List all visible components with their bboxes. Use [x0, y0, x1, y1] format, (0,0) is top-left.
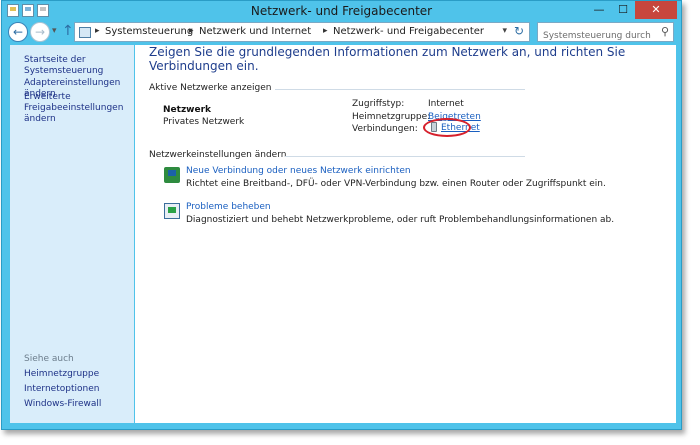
- connections-label: Verbindungen:: [352, 124, 418, 134]
- sidebar: Startseite der Systemsteuerung Adapterei…: [10, 45, 134, 423]
- breadcrumb-separator-icon[interactable]: ▸: [323, 26, 328, 36]
- section-divider: [285, 156, 525, 157]
- window-title: Netzwerk- und Freigabecenter: [250, 4, 433, 18]
- breadcrumb-separator-icon[interactable]: ▸: [95, 26, 100, 36]
- address-bar[interactable]: ▸ Systemsteuerung ▸ Netzwerk und Interne…: [74, 22, 530, 42]
- navigation-bar: ← → ▾ ↑ ▸ Systemsteuerung ▸ Netzwerk und…: [8, 21, 676, 45]
- page-heading: Zeigen Sie die grundlegenden Information…: [149, 45, 626, 73]
- see-also-heading: Siehe auch: [24, 354, 74, 364]
- network-name: Netzwerk: [163, 105, 212, 115]
- network-wizard-icon: [164, 167, 180, 183]
- search-box[interactable]: ⚲: [537, 22, 674, 44]
- breadcrumb-current-page[interactable]: Netzwerk- und Freigabecenter: [333, 26, 484, 37]
- sidebar-link-internet-options[interactable]: Internetoptionen: [24, 384, 99, 395]
- section-divider: [275, 89, 525, 90]
- sidebar-link-control-panel-home[interactable]: Startseite der Systemsteuerung: [24, 55, 134, 77]
- network-type: Privates Netzwerk: [163, 117, 245, 127]
- sidebar-link-windows-firewall[interactable]: Windows-Firewall: [24, 399, 101, 410]
- recent-pages-dropdown-icon[interactable]: ▾: [52, 26, 57, 36]
- main-content: Zeigen Sie die grundlegenden Information…: [135, 45, 676, 423]
- troubleshoot-icon: [164, 203, 180, 219]
- address-dropdown-icon[interactable]: ▾: [502, 26, 507, 36]
- close-button[interactable]: ✕: [635, 1, 677, 19]
- troubleshoot-problems-link[interactable]: Probleme beheben: [186, 202, 271, 212]
- refresh-icon[interactable]: ↻: [514, 24, 524, 38]
- setup-new-connection-link[interactable]: Neue Verbindung oder neues Netzwerk einr…: [186, 166, 411, 176]
- sidebar-link-homegroup[interactable]: Heimnetzgruppe: [24, 369, 99, 380]
- troubleshoot-problems-description: Diagnostiziert und behebt Netzwerkproble…: [186, 215, 615, 225]
- forward-button[interactable]: →: [30, 22, 50, 42]
- up-arrow-icon[interactable]: ↑: [62, 23, 74, 39]
- control-panel-icon: [79, 27, 91, 38]
- breadcrumb-systemsteuerung[interactable]: Systemsteuerung: [105, 26, 193, 37]
- window: Netzwerk- und Freigabecenter — ☐ ✕ ← → ▾…: [1, 0, 682, 430]
- minimize-button[interactable]: —: [587, 1, 611, 19]
- access-type-value: Internet: [428, 99, 464, 109]
- access-type-label: Zugriffstyp:: [352, 99, 405, 109]
- homegroup-label: Heimnetzgruppe:: [352, 112, 431, 122]
- change-settings-heading: Netzwerkeinstellungen ändern: [149, 150, 287, 160]
- breadcrumb-netzwerk-und-internet[interactable]: Netzwerk und Internet: [199, 26, 311, 37]
- title-bar[interactable]: Netzwerk- und Freigabecenter — ☐ ✕: [2, 1, 681, 21]
- active-networks-heading: Aktive Netzwerke anzeigen: [149, 83, 272, 93]
- window-controls: — ☐ ✕: [587, 1, 677, 19]
- sidebar-link-advanced-sharing-settings[interactable]: Erweiterte Freigabeeinstellungen ändern: [24, 92, 132, 125]
- search-input[interactable]: [541, 28, 653, 44]
- search-icon[interactable]: ⚲: [661, 25, 669, 38]
- maximize-button[interactable]: ☐: [611, 1, 635, 19]
- breadcrumb-separator-icon[interactable]: ▸: [189, 26, 194, 36]
- back-button[interactable]: ←: [8, 22, 28, 42]
- highlight-circle: [423, 118, 471, 137]
- setup-new-connection-description: Richtet eine Breitband-, DFÜ- oder VPN-V…: [186, 179, 606, 189]
